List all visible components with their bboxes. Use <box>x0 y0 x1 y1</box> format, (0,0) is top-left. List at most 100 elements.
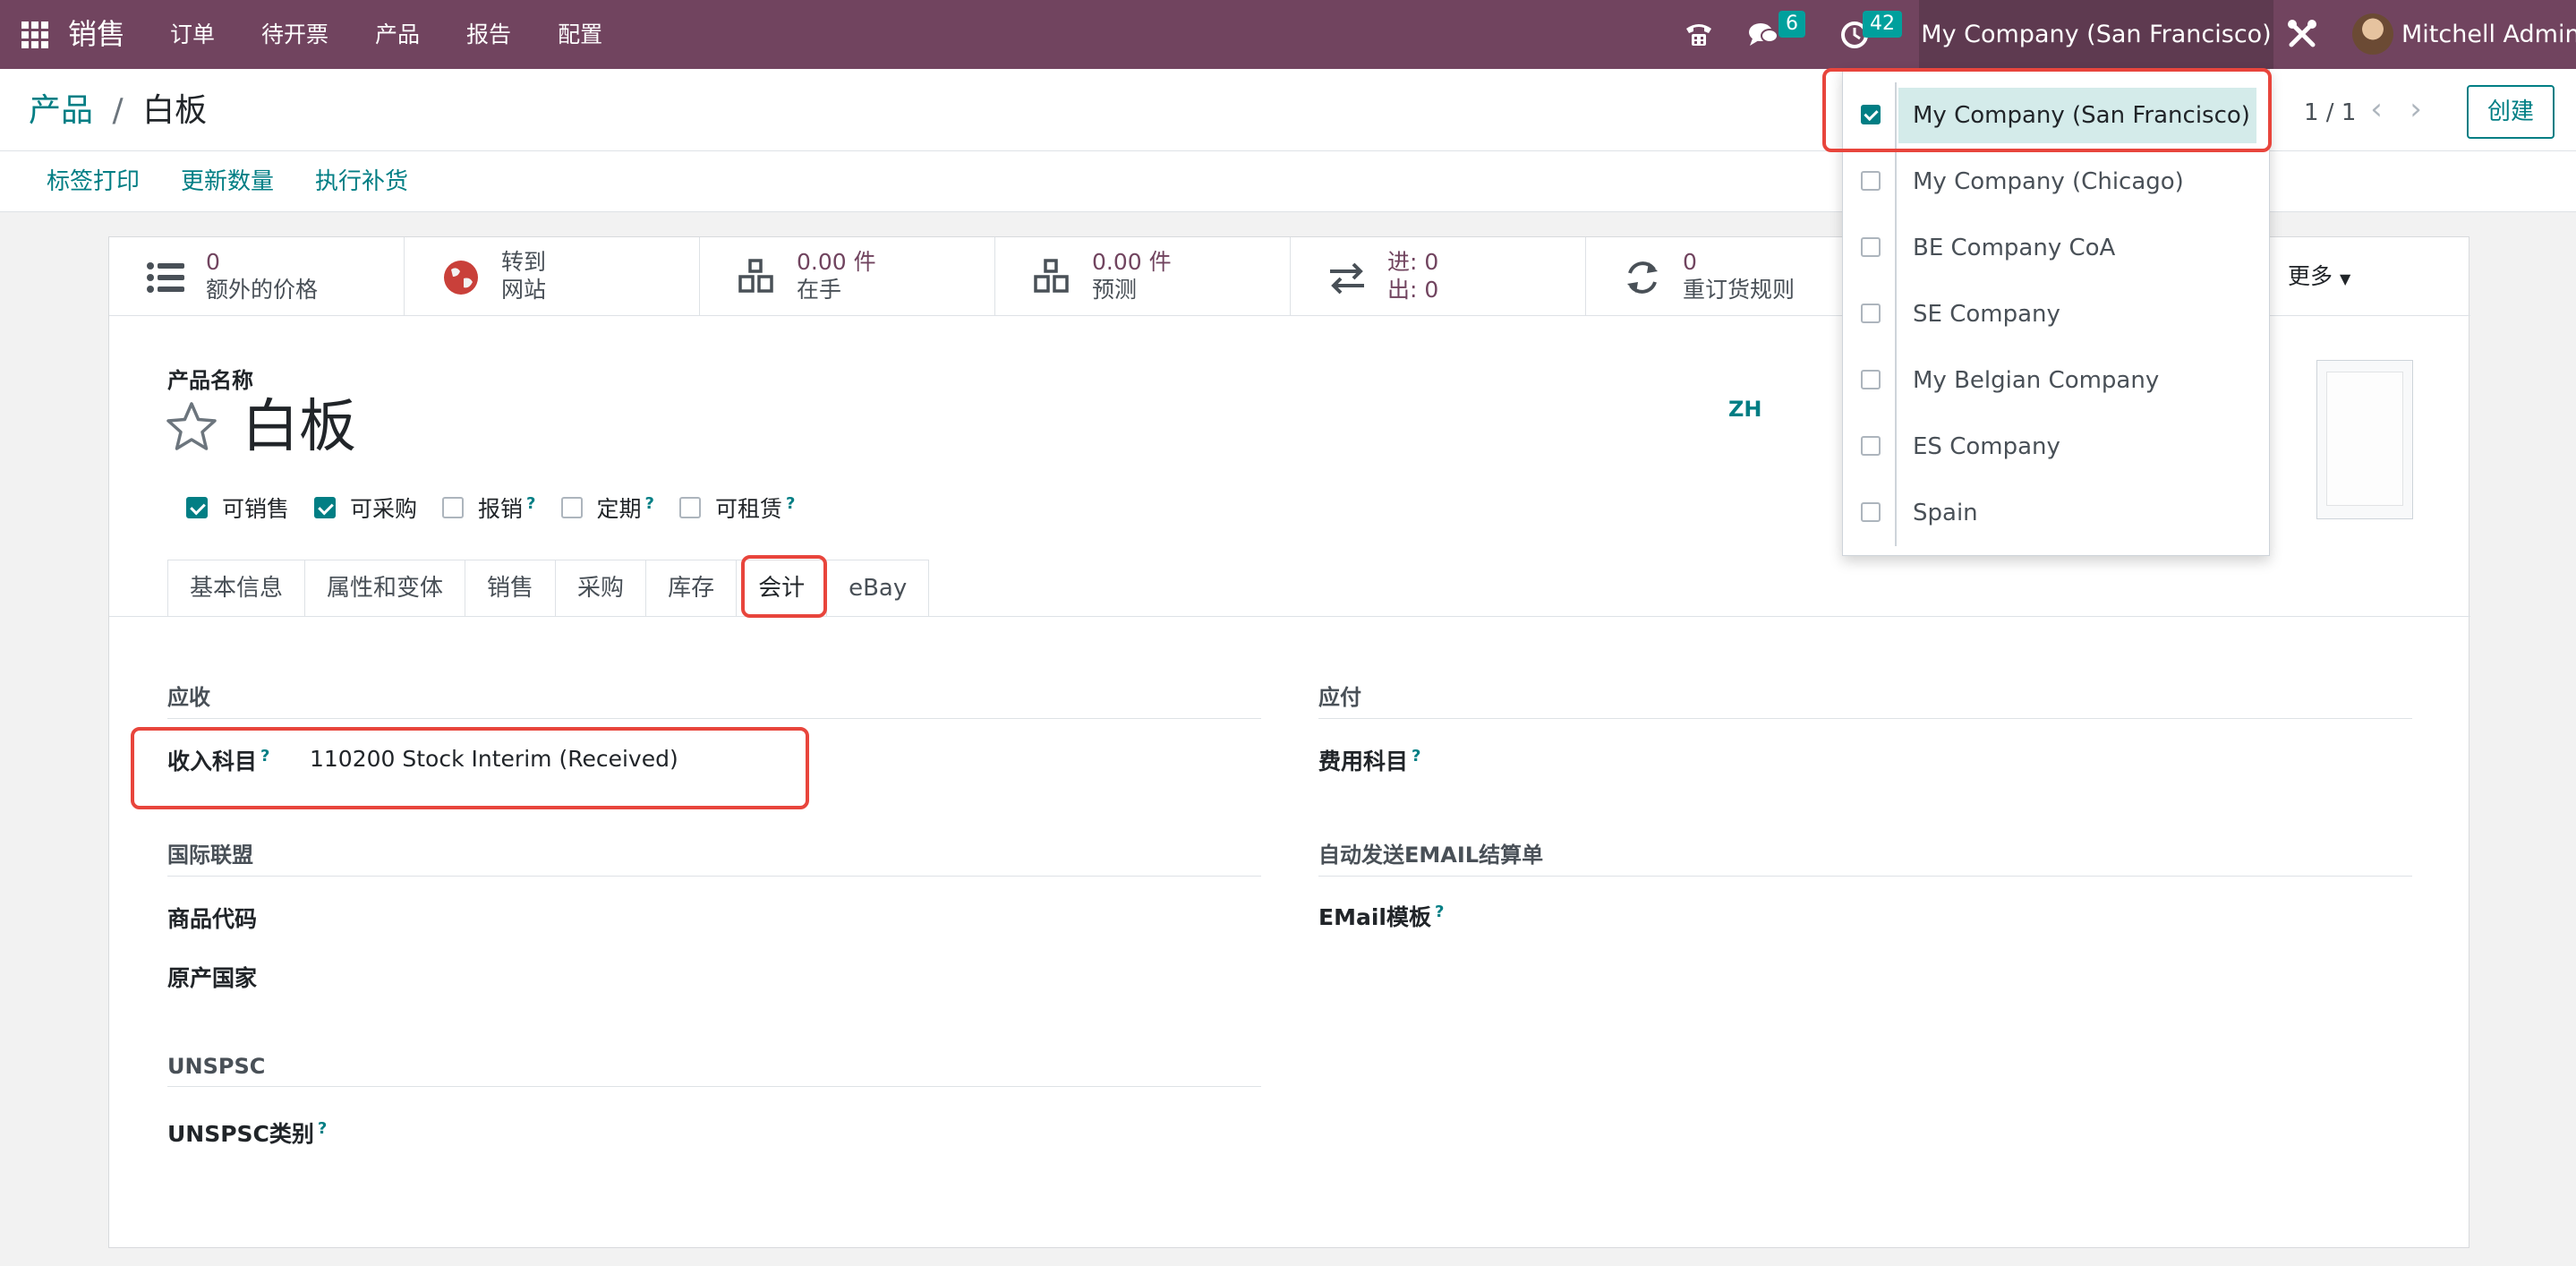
product-image[interactable] <box>2316 360 2413 519</box>
extra-prices-button[interactable]: 0 额外的价格 <box>109 237 405 316</box>
update-quantity-button[interactable]: 更新数量 <box>181 164 274 200</box>
company-option-label[interactable]: SE Company <box>1913 281 2060 347</box>
company-option[interactable]: ES Company <box>1843 414 2271 480</box>
company-option-label[interactable]: My Company (San Francisco) <box>1913 82 2250 149</box>
menu-item-to-invoice[interactable]: 待开票 <box>261 20 328 50</box>
payable-group-title: 应付 <box>1318 680 2412 719</box>
company-option[interactable]: SE Company <box>1843 281 2271 347</box>
tab-general-info[interactable]: 基本信息 <box>167 560 305 617</box>
app-brand[interactable]: 销售 <box>68 16 125 52</box>
company-dropdown: My Company (San Francisco) My Company (C… <box>1842 69 2270 556</box>
company-checkbox[interactable] <box>1861 105 1881 124</box>
extra-prices-value: 0 <box>206 249 220 275</box>
user-name[interactable]: Mitchell Admin <box>2401 0 2576 69</box>
activities-badge: 42 <box>1863 11 1902 38</box>
product-name-input[interactable]: 白板 <box>242 391 356 463</box>
can-be-purchased-label: 可采购 <box>350 496 418 522</box>
company-checkbox[interactable] <box>1861 502 1881 522</box>
reordering-label: 重订货规则 <box>1683 277 1796 303</box>
company-option-label[interactable]: ES Company <box>1913 414 2060 480</box>
replenish-button[interactable]: 执行补货 <box>315 164 408 200</box>
company-checkbox[interactable] <box>1861 171 1881 191</box>
cubes-icon <box>738 259 773 293</box>
go-to-website-button[interactable]: 转到 网站 <box>405 237 700 316</box>
menu-item-orders[interactable]: 订单 <box>170 20 215 50</box>
website-label: 网站 <box>501 277 547 303</box>
company-checkbox[interactable] <box>1861 237 1881 257</box>
pager-value[interactable]: 1 / 1 <box>2304 99 2356 126</box>
company-option-label[interactable]: BE Company CoA <box>1913 215 2115 281</box>
unspsc-group-title: UNSPSC <box>167 1054 1261 1087</box>
company-option[interactable]: My Company (Chicago) <box>1843 149 2271 215</box>
menu-item-products[interactable]: 产品 <box>375 20 420 50</box>
action-buttons: 标签打印 更新数量 执行补货 <box>47 164 449 200</box>
tab-accounting[interactable]: 会计 <box>736 560 827 617</box>
company-option-label[interactable]: Spain <box>1913 480 1978 546</box>
company-checkbox[interactable] <box>1861 436 1881 456</box>
tab-sales[interactable]: 销售 <box>465 560 556 617</box>
notebook-tabs: 基本信息 属性和变体 销售 采购 库存 会计 eBay <box>167 560 930 617</box>
help-tooltip-icon[interactable]: ? <box>1435 902 1444 921</box>
company-option[interactable]: BE Company CoA <box>1843 215 2271 281</box>
apps-menu-icon[interactable] <box>21 21 48 48</box>
recurring-checkbox[interactable] <box>560 497 583 518</box>
out-value: 出: 0 <box>1387 277 1439 303</box>
forecast-button[interactable]: 0.00 件预测 <box>995 237 1291 316</box>
breadcrumb: 产品 / 白板 <box>29 89 207 133</box>
help-tooltip-icon[interactable]: ? <box>645 494 654 513</box>
company-switcher[interactable]: My Company (San Francisco) <box>1919 0 2273 69</box>
cubes-icon <box>1034 259 1069 293</box>
favorite-star-icon[interactable] <box>165 400 218 454</box>
tabs-divider <box>109 616 2470 617</box>
can-be-expensed-checkbox[interactable] <box>442 497 465 518</box>
company-option-label[interactable]: My Company (Chicago) <box>1913 149 2184 215</box>
tab-purchase[interactable]: 采购 <box>555 560 646 617</box>
help-tooltip-icon[interactable]: ? <box>526 494 535 513</box>
debug-tools-icon[interactable] <box>2284 16 2320 52</box>
help-tooltip-icon[interactable]: ? <box>260 747 269 766</box>
company-option[interactable]: My Company (San Francisco) <box>1843 82 2271 149</box>
company-option-label[interactable]: My Belgian Company <box>1913 347 2159 414</box>
reordering-rules-button[interactable]: 0 重订货规则 <box>1586 237 1881 316</box>
unspsc-category-label: UNSPSC类别? <box>167 1118 328 1147</box>
tab-inventory[interactable]: 库存 <box>645 560 737 617</box>
company-checkbox[interactable] <box>1861 370 1881 389</box>
menu-item-configuration[interactable]: 配置 <box>558 20 602 50</box>
help-tooltip-icon[interactable]: ? <box>318 1119 327 1138</box>
print-labels-button[interactable]: 标签打印 <box>47 164 140 200</box>
company-option[interactable]: My Belgian Company <box>1843 347 2271 414</box>
breadcrumb-current: 白板 <box>142 92 208 129</box>
whiteboard-image <box>2326 372 2403 506</box>
can-be-sold-checkbox[interactable] <box>186 497 208 518</box>
messages-badge: 6 <box>1778 11 1805 38</box>
menu-item-reporting[interactable]: 报告 <box>466 20 511 50</box>
reordering-value: 0 <box>1683 249 1697 275</box>
can-be-purchased-checkbox[interactable] <box>314 497 337 518</box>
breadcrumb-products-link[interactable]: 产品 <box>29 92 93 129</box>
in-out-button[interactable]: 进: 0 出: 0 <box>1291 237 1586 316</box>
phone-icon[interactable] <box>1681 16 1717 52</box>
pager-next-icon[interactable]: › <box>2402 94 2429 124</box>
messages-icon[interactable] <box>1745 16 1781 52</box>
help-tooltip-icon[interactable]: ? <box>1412 747 1420 766</box>
can-be-rented-checkbox[interactable] <box>678 497 701 518</box>
email-template-label: EMail模板? <box>1318 902 1445 930</box>
commodity-code-label: 商品代码 <box>167 906 258 932</box>
translation-language-button[interactable]: ZH <box>1728 397 1762 422</box>
company-option[interactable]: Spain <box>1843 480 2271 546</box>
company-option-separator <box>1895 215 1897 281</box>
on-hand-button[interactable]: 0.00 件在手 <box>700 237 995 316</box>
tab-ebay[interactable]: eBay <box>826 560 930 617</box>
forecast-value: 0.00 件 <box>1092 249 1172 275</box>
pager-previous-icon[interactable]: ‹ <box>2363 94 2390 124</box>
create-button[interactable]: 创建 <box>2467 85 2555 139</box>
user-avatar[interactable] <box>2352 13 2393 55</box>
forecast-label: 预测 <box>1092 277 1138 303</box>
tab-attributes-variants[interactable]: 属性和变体 <box>304 560 465 617</box>
more-button[interactable]: 更多 ▼ <box>2288 261 2350 295</box>
main-menu: 订单 待开票 产品 报告 配置 <box>170 20 649 50</box>
company-checkbox[interactable] <box>1861 304 1881 323</box>
help-tooltip-icon[interactable]: ? <box>786 494 795 513</box>
product-name-label: 产品名称 <box>167 368 253 393</box>
income-account-field[interactable]: 110200 Stock Interim (Received) <box>310 746 678 772</box>
